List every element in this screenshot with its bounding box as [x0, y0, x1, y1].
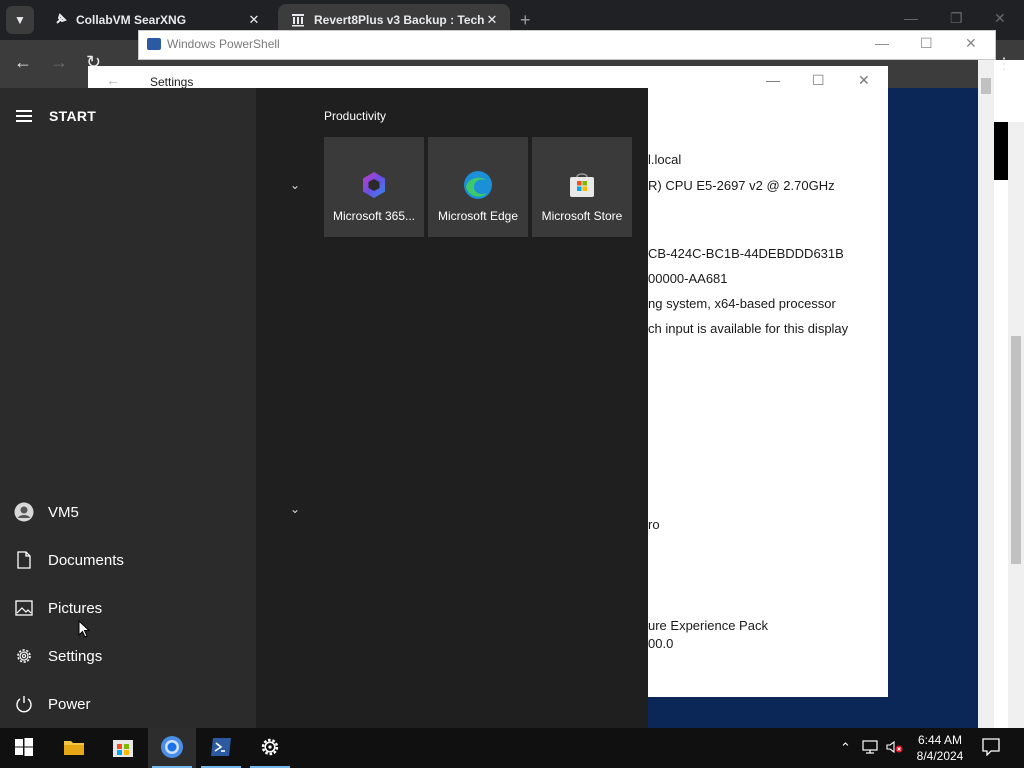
minimize-icon[interactable]: —	[875, 35, 889, 51]
tile-microsoft-365[interactable]: Microsoft 365...	[324, 137, 424, 237]
spec-value: l.local	[648, 152, 682, 167]
taskbar: ⌃ 6:44 AM 8/4/2024	[0, 728, 1024, 768]
gear-icon	[0, 647, 48, 665]
start-menu-sidebar: START VM5 Documents Pictures Settings Po…	[0, 88, 256, 728]
settings-title: Settings	[150, 75, 194, 89]
close-icon[interactable]: ✕	[965, 35, 977, 52]
spec-value: CB-424C-BC1B-44DEBDDD631B	[648, 246, 844, 261]
scrollbar-thumb[interactable]	[1011, 336, 1021, 564]
folder-icon	[63, 738, 85, 759]
tab-title: Revert8Plus v3 Backup : Tech S	[314, 13, 484, 27]
sidebar-item-power[interactable]: Power	[0, 684, 256, 724]
forward-icon[interactable]: →	[50, 52, 68, 73]
restore-icon[interactable]: ❐	[950, 10, 963, 27]
taskbar-clock[interactable]: 6:44 AM 8/4/2024	[910, 732, 970, 764]
tile-label: Microsoft 365...	[332, 209, 416, 223]
page-scrollbar[interactable]	[978, 60, 994, 728]
chevron-down-icon[interactable]: ⌄	[290, 502, 300, 516]
start-menu-tiles: ⌄ ⌄ Productivity Microsoft 365... Micros…	[256, 88, 648, 728]
back-icon[interactable]: ←	[106, 72, 120, 88]
new-tab-button[interactable]: +	[520, 10, 531, 31]
sidebar-item-label: Power	[48, 695, 91, 713]
spec-value: ure Experience Pack	[648, 618, 768, 633]
chrome-icon	[160, 735, 184, 762]
taskbar-microsoft-store[interactable]	[99, 728, 147, 768]
gear-icon	[260, 737, 280, 760]
powershell-title: Windows PowerShell	[167, 37, 280, 51]
maximize-icon[interactable]: ☐	[812, 72, 825, 89]
sidebar-item-documents[interactable]: Documents	[0, 540, 256, 580]
minimize-icon[interactable]: —	[766, 72, 780, 88]
powershell-icon	[210, 737, 232, 760]
powershell-titlebar: Windows PowerShell	[147, 37, 280, 51]
powershell-window[interactable]: Windows PowerShell — ☐ ✕	[138, 30, 996, 60]
clock-date: 8/4/2024	[916, 749, 964, 763]
sidebar-item-label: Pictures	[48, 599, 103, 617]
powershell-icon	[147, 38, 161, 50]
tile-microsoft-store[interactable]: Microsoft Store	[532, 137, 632, 237]
tile-microsoft-edge[interactable]: Microsoft Edge	[428, 137, 528, 237]
side-scrollbar[interactable]	[1008, 122, 1024, 728]
user-icon	[0, 502, 48, 522]
volume-muted-icon[interactable]	[886, 740, 904, 757]
spec-value: R) CPU E5-2697 v2 @ 2.70GHz	[648, 178, 835, 193]
side-panel	[994, 60, 1024, 728]
store-icon	[112, 736, 134, 761]
document-icon	[0, 551, 48, 569]
tile-group-title: Productivity	[324, 109, 387, 123]
taskbar-chrome[interactable]	[148, 728, 196, 768]
tab-title: CollabVM SearXNG	[76, 13, 187, 27]
searxng-favicon-icon	[52, 12, 68, 28]
close-window-icon[interactable]: ✕	[994, 10, 1006, 27]
tab-search-button[interactable]: ▼	[6, 6, 34, 34]
close-icon[interactable]: ✕	[858, 72, 870, 89]
spec-value: 00000-AA681	[648, 271, 728, 286]
taskbar-file-explorer[interactable]	[50, 728, 98, 768]
network-icon[interactable]	[862, 740, 878, 757]
sidebar-item-user[interactable]: VM5	[0, 492, 256, 532]
maximize-icon[interactable]: ☐	[920, 35, 933, 52]
side-panel-header	[994, 122, 1008, 180]
archive-favicon-icon	[290, 12, 306, 28]
show-hidden-icons[interactable]: ⌃	[840, 740, 851, 756]
notification-center-icon[interactable]	[982, 738, 1000, 759]
tab-close-icon[interactable]: ✕	[246, 12, 262, 28]
tile-label: Microsoft Store	[541, 209, 623, 223]
sidebar-item-settings[interactable]: Settings	[0, 636, 256, 676]
start-title: START	[49, 108, 97, 124]
chevron-down-icon[interactable]: ⌄	[290, 178, 300, 192]
spec-value: 00.0	[648, 636, 674, 651]
scrollbar-thumb[interactable]	[981, 78, 991, 94]
sidebar-item-label: Settings	[48, 647, 103, 665]
spec-value: ro	[648, 517, 660, 532]
spec-value: ng system, x64-based processor	[648, 296, 836, 311]
spec-value: ch input is available for this display	[648, 321, 849, 336]
hamburger-menu-icon[interactable]	[16, 110, 34, 122]
store-icon	[566, 169, 598, 201]
edge-icon	[462, 169, 494, 201]
sidebar-item-pictures[interactable]: Pictures	[0, 588, 256, 628]
sidebar-item-label: VM5	[48, 503, 79, 521]
minimize-icon[interactable]: —	[904, 10, 918, 26]
back-icon[interactable]: ←	[14, 52, 32, 73]
mouse-cursor	[78, 619, 91, 641]
taskbar-powershell[interactable]	[197, 728, 245, 768]
browser-menu-icon[interactable]: ⋮	[996, 54, 1012, 74]
microsoft-365-icon	[358, 169, 390, 201]
tile-label: Microsoft Edge	[437, 209, 519, 223]
pictures-icon	[0, 600, 48, 616]
tab-close-icon[interactable]: ✕	[484, 12, 500, 28]
power-icon	[0, 695, 48, 713]
clock-time: 6:44 AM	[917, 733, 963, 747]
start-button[interactable]	[0, 728, 48, 768]
taskbar-settings[interactable]	[246, 728, 294, 768]
windows-logo-icon	[15, 737, 33, 759]
sidebar-item-label: Documents	[48, 551, 124, 569]
